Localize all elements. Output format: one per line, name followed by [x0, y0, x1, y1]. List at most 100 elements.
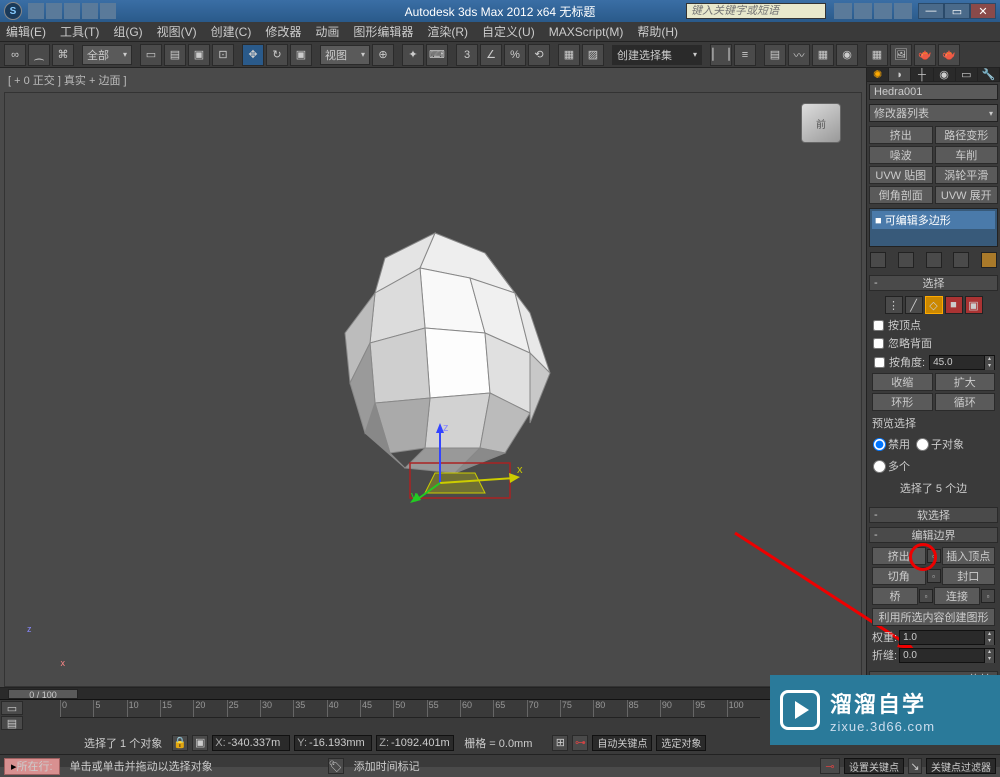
unlink-icon[interactable]: ⁔ [28, 44, 50, 66]
set-key-icon[interactable]: ⊸ [820, 758, 840, 774]
mod-noise-button[interactable]: 噪波 [869, 146, 933, 164]
connect-button[interactable]: 连接 [934, 587, 980, 605]
stack-item-editable-poly[interactable]: ■ 可编辑多边形 [872, 211, 995, 229]
viewport-label[interactable]: [ + 0 正交 ] 真实 + 边面 ] [0, 68, 866, 92]
percent-snap-icon[interactable]: % [504, 44, 526, 66]
menu-tools[interactable]: 工具(T) [60, 23, 99, 40]
timeline-ruler[interactable]: 0510152025303540455055606570758085909510… [60, 700, 760, 718]
window-crossing-icon[interactable]: ⊡ [212, 44, 234, 66]
subobj-edge-icon[interactable]: ╱ [905, 296, 923, 314]
timeconfig-icon[interactable]: ⊞ [552, 735, 568, 751]
selset-small-dropdown[interactable]: 选定对象 [656, 735, 706, 751]
connect-settings-icon[interactable]: ▫ [981, 589, 995, 603]
render-icon[interactable]: 🫖 [914, 44, 936, 66]
manipulate-icon[interactable]: ✦ [402, 44, 424, 66]
curve-editor-icon[interactable]: 〰 [788, 44, 810, 66]
mod-uvwmap-button[interactable]: UVW 贴图 [869, 166, 933, 184]
edged-faces-icon[interactable]: ▦ [558, 44, 580, 66]
autokey-button[interactable]: 自动关键点 [592, 735, 652, 751]
render-prod-icon[interactable]: 🫖 [938, 44, 960, 66]
tab-motion-icon[interactable]: ◉ [934, 68, 956, 81]
grow-button[interactable]: 扩大 [935, 373, 996, 391]
viewcube[interactable]: 前 [801, 103, 841, 143]
menu-maxscript[interactable]: MAXScript(M) [549, 25, 624, 39]
time-slider[interactable]: 0 / 100 [8, 689, 78, 699]
setkey-button[interactable]: 设置关键点 [844, 758, 904, 774]
add-time-marker[interactable]: 添加时间标记 [348, 758, 426, 774]
mod-extrude-button[interactable]: 挤出 [869, 126, 933, 144]
menu-create[interactable]: 创建(C) [211, 23, 252, 40]
keyfilter-icon[interactable]: ↘ [908, 758, 922, 774]
close-button[interactable]: ✕ [970, 3, 996, 19]
menu-graph-editors[interactable]: 图形编辑器 [353, 23, 413, 40]
chamfer-button[interactable]: 切角 [872, 567, 926, 585]
configure-sets-icon[interactable] [981, 252, 997, 268]
move-icon[interactable]: ✥ [242, 44, 264, 66]
menu-rendering[interactable]: 渲染(R) [427, 23, 468, 40]
bind-icon[interactable]: ⌘ [52, 44, 74, 66]
insert-vertex-button[interactable]: 插入顶点 [942, 547, 996, 565]
info-icon[interactable] [874, 3, 892, 19]
extrude-button[interactable]: 挤出 [872, 547, 926, 565]
crease-spinner[interactable]: ▴▾ [899, 648, 995, 663]
section-selection-header[interactable]: 选择 [869, 275, 998, 291]
show-end-result-icon[interactable] [898, 252, 914, 268]
qa-save-icon[interactable] [64, 3, 80, 19]
by-angle-check[interactable]: 按角度: [872, 353, 927, 371]
coord-y[interactable]: Y:-16.193mm [294, 735, 372, 751]
more-icon[interactable] [894, 3, 912, 19]
angle-snap-icon[interactable]: ∠ [480, 44, 502, 66]
select-region-icon[interactable]: ▣ [188, 44, 210, 66]
tab-utilities-icon[interactable]: 🔧 [978, 68, 1000, 81]
app-icon[interactable]: S [4, 2, 22, 20]
layers-icon[interactable]: ▤ [764, 44, 786, 66]
pin-stack-icon[interactable] [870, 252, 886, 268]
object-name-input[interactable] [869, 84, 998, 100]
shrink-button[interactable]: 收缩 [872, 373, 933, 391]
tab-hierarchy-icon[interactable]: ┼ [911, 68, 933, 81]
mod-pathdeform-button[interactable]: 路径变形 [935, 126, 999, 144]
mod-bevelprofile-button[interactable]: 倒角剖面 [869, 186, 933, 204]
link-icon[interactable]: ∞ [4, 44, 26, 66]
section-edit-border-header[interactable]: 编辑边界 [869, 527, 998, 543]
loop-button[interactable]: 循环 [935, 393, 996, 411]
select-name-icon[interactable]: ▤ [164, 44, 186, 66]
coord-x[interactable]: X:-340.337m [212, 735, 290, 751]
subobj-vertex-icon[interactable]: ⋮ [885, 296, 903, 314]
schematic-icon[interactable]: ▦ [812, 44, 834, 66]
keyfilter-button[interactable]: 关键点过滤器 [926, 758, 996, 774]
extrude-settings-icon[interactable]: ▫ [927, 549, 941, 563]
tab-display-icon[interactable]: ▭ [956, 68, 978, 81]
coord-z[interactable]: Z:-1092.401m [376, 735, 454, 751]
track-filter-icon[interactable]: ▤ [1, 716, 23, 730]
spinner-snap-icon[interactable]: ⟲ [528, 44, 550, 66]
rotate-icon[interactable]: ↻ [266, 44, 288, 66]
menu-edit[interactable]: 编辑(E) [6, 23, 46, 40]
subobj-polygon-icon[interactable]: ■ [945, 296, 963, 314]
ignore-backfacing-check[interactable]: 忽略背面 [871, 334, 996, 352]
qa-undo-icon[interactable] [82, 3, 98, 19]
qa-new-icon[interactable] [28, 3, 44, 19]
autokey-key-icon[interactable]: ⊶ [572, 735, 588, 751]
render-frame-icon[interactable]: 🖼 [890, 44, 912, 66]
menu-modifiers[interactable]: 修改器 [265, 23, 301, 40]
align-icon[interactable]: ≡ [734, 44, 756, 66]
render-setup-icon[interactable]: ▦ [866, 44, 888, 66]
maximize-button[interactable]: ▭ [944, 3, 970, 19]
radio-multi[interactable]: 多个 [873, 458, 910, 474]
viewport[interactable]: 前 [4, 92, 862, 687]
tab-modify-icon[interactable]: ◗ [889, 68, 911, 81]
help-icon[interactable] [834, 3, 852, 19]
subobj-element-icon[interactable]: ▣ [965, 296, 983, 314]
keyboard-icon[interactable]: ⌨ [426, 44, 448, 66]
lock-selection-icon[interactable]: 🔒 [172, 735, 188, 751]
mod-turbosmooth-button[interactable]: 涡轮平滑 [935, 166, 999, 184]
tab-create-icon[interactable]: ✺ [867, 68, 889, 81]
help-search-input[interactable] [686, 3, 826, 19]
minimize-button[interactable]: — [918, 3, 944, 19]
weight-spinner[interactable]: ▴▾ [899, 630, 995, 645]
chamfer-settings-icon[interactable]: ▫ [927, 569, 941, 583]
cap-button[interactable]: 封口 [942, 567, 996, 585]
menu-view[interactable]: 视图(V) [157, 23, 197, 40]
ring-button[interactable]: 环形 [872, 393, 933, 411]
